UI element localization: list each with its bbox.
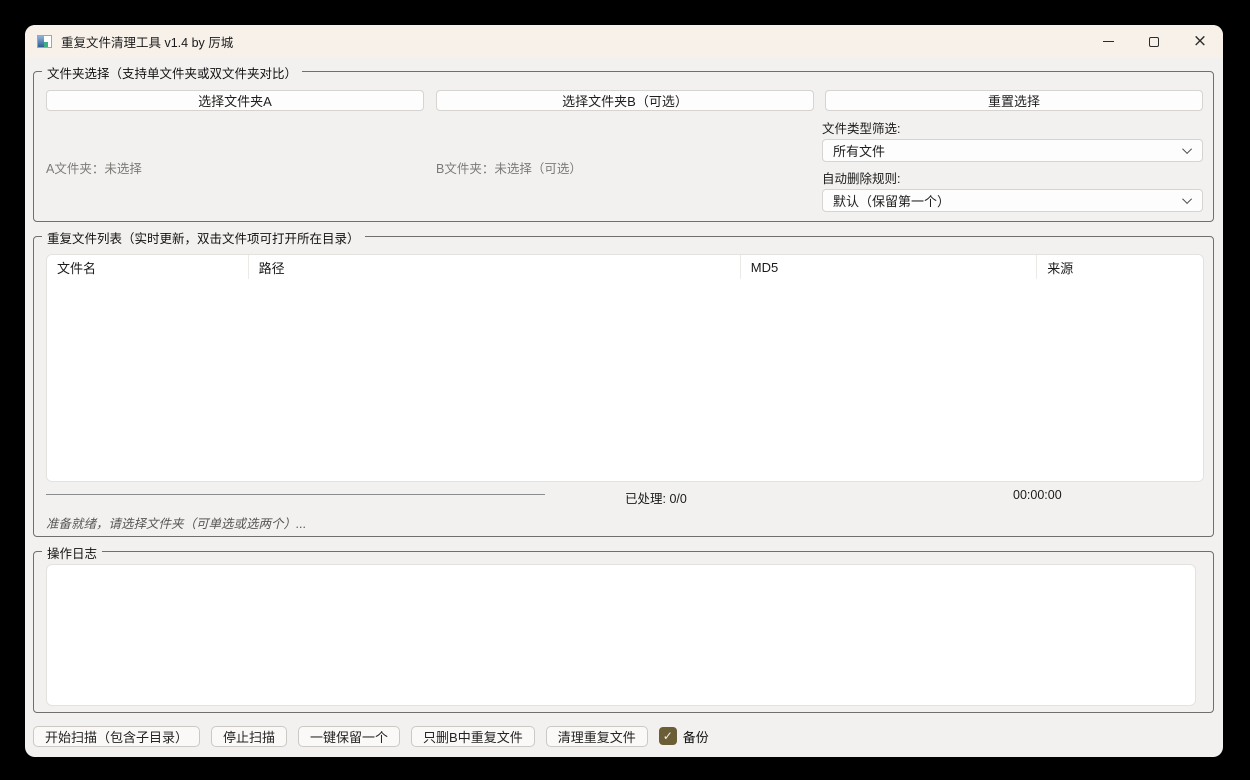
backup-checkbox-label: 备份: [683, 727, 709, 746]
reset-selection-button[interactable]: 重置选择: [825, 90, 1203, 111]
select-folder-a-button[interactable]: 选择文件夹A: [46, 90, 424, 111]
log-textarea[interactable]: [46, 564, 1196, 706]
keep-one-button[interactable]: 一键保留一个: [298, 726, 400, 747]
auto-delete-rule-value: 默认（保留第一个）: [833, 191, 950, 210]
start-scan-button[interactable]: 开始扫描（包含子目录）: [33, 726, 200, 747]
status-message: 准备就绪，请选择文件夹（可单选或选两个）...: [46, 513, 306, 532]
column-header-path[interactable]: 路径: [249, 255, 741, 279]
column-header-filename[interactable]: 文件名: [47, 255, 249, 279]
maximize-icon: [1149, 37, 1159, 47]
select-folder-b-button[interactable]: 选择文件夹B（可选）: [436, 90, 814, 111]
duplicate-file-table: 文件名 路径 MD5 来源: [46, 254, 1204, 482]
auto-delete-rule-combobox[interactable]: 默认（保留第一个）: [822, 189, 1203, 212]
scan-progressbar: [46, 494, 545, 495]
minimize-icon: [1103, 41, 1114, 42]
close-icon: ×: [1193, 33, 1207, 50]
chevron-down-icon: [1182, 194, 1192, 204]
close-button[interactable]: ×: [1177, 25, 1223, 58]
minimize-button[interactable]: [1085, 25, 1131, 58]
processed-count-label: 已处理: 0/0: [625, 488, 687, 507]
table-header-row: 文件名 路径 MD5 来源: [47, 255, 1203, 280]
app-window: 重复文件清理工具 v1.4 by 厉城 × 文件夹选择（支持单文件夹或双文件夹对…: [25, 25, 1223, 757]
auto-delete-rule-label: 自动删除规则:: [822, 168, 900, 187]
checkbox-checked-icon: ✓: [659, 727, 677, 745]
delete-b-duplicates-button[interactable]: 只删B中重复文件: [411, 726, 535, 747]
stop-scan-button[interactable]: 停止扫描: [211, 726, 287, 747]
elapsed-timer-label: 00:00:00: [1013, 488, 1062, 502]
chevron-down-icon: [1182, 144, 1192, 154]
clean-duplicates-button[interactable]: 清理重复文件: [546, 726, 648, 747]
duplicate-list-legend: 重复文件列表（实时更新，双击文件项可打开所在目录）: [42, 228, 365, 247]
table-body[interactable]: [47, 279, 1203, 481]
maximize-button[interactable]: [1131, 25, 1177, 58]
folder-a-status: A文件夹：未选择: [46, 158, 142, 177]
folder-b-status: B文件夹：未选择（可选）: [436, 158, 582, 177]
column-header-source[interactable]: 来源: [1037, 255, 1203, 279]
column-header-md5[interactable]: MD5: [741, 255, 1037, 279]
app-icon: [37, 35, 52, 48]
operation-log-legend: 操作日志: [42, 543, 102, 562]
backup-checkbox[interactable]: ✓ 备份: [659, 727, 709, 746]
file-type-filter-label: 文件类型筛选:: [822, 118, 900, 137]
window-title: 重复文件清理工具 v1.4 by 厉城: [61, 32, 233, 51]
folder-selection-legend: 文件夹选择（支持单文件夹或双文件夹对比）: [42, 63, 302, 82]
action-bar: 开始扫描（包含子目录） 停止扫描 一键保留一个 只删B中重复文件 清理重复文件 …: [33, 724, 709, 748]
file-type-filter-value: 所有文件: [833, 141, 885, 160]
titlebar[interactable]: 重复文件清理工具 v1.4 by 厉城 ×: [25, 25, 1223, 58]
window-controls: ×: [1085, 25, 1223, 58]
file-type-filter-combobox[interactable]: 所有文件: [822, 139, 1203, 162]
check-icon: ✓: [663, 730, 673, 742]
